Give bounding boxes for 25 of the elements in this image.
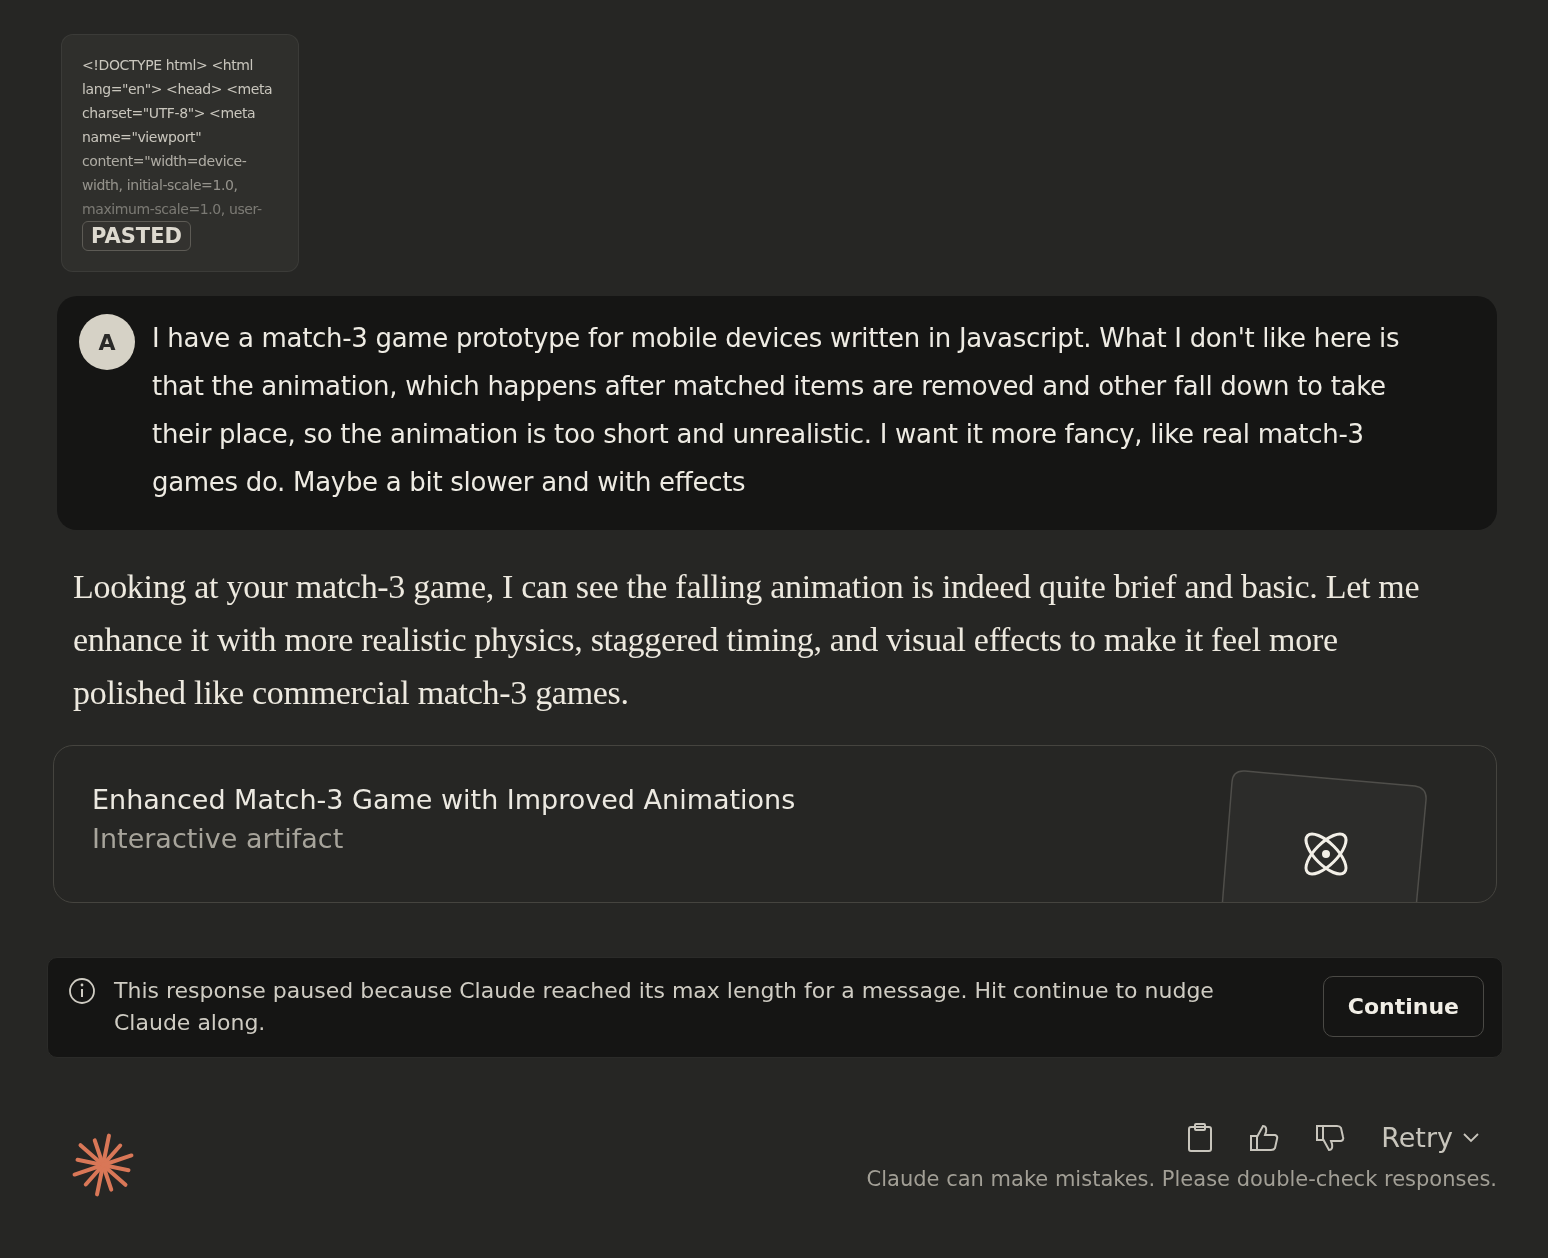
code-line: maximum-scale=1.0, user-	[82, 200, 263, 219]
artifact-card[interactable]: Enhanced Match-3 Game with Improved Animations Interactive artifact	[53, 745, 1497, 903]
code-line: lang="en"> <head> <meta	[82, 80, 274, 99]
code-line: content="width=device-	[82, 152, 248, 171]
user-avatar: A	[79, 314, 135, 370]
pasted-badge: PASTED	[82, 221, 191, 251]
artifact-title: Enhanced Match-3 Game with Improved Animations	[92, 784, 796, 815]
code-line: charset="UTF-8"> <meta	[82, 104, 257, 123]
pasted-content-card[interactable]: <!DOCTYPE html> <html lang="en"> <head> <meta charset="UTF-8"> <meta name="viewport" content="width=device- width, initial-scale=1.0, maximum-scale=1.0, user- PASTED	[61, 34, 299, 272]
info-icon	[68, 977, 96, 1005]
notice-text: This response paused because Claude reached its max length for a message. Hit continue to nudge Claude along.	[114, 977, 1215, 1037]
asterisk-logo-icon	[70, 1132, 136, 1198]
continue-button[interactable]: Continue	[1322, 976, 1484, 1037]
user-message-text: I have a match-3 game prototype for mobile devices written in Javascript. What I don't like here is that the animation, which happens after matched items are removed and other fall down to take their place, so the animation is too short and unrealistic. I want it more fancy, like real match-3 games do. Maybe a bit slower and with effects	[152, 322, 1401, 499]
code-line: width, initial-scale=1.0,	[82, 176, 239, 195]
code-line: name="viewport"	[82, 128, 203, 147]
chevron-down-icon	[1463, 1132, 1479, 1143]
code-line: <!DOCTYPE html> <html	[82, 56, 255, 75]
thumbs-up-icon[interactable]	[1249, 1123, 1280, 1152]
retry-button[interactable]: Retry	[1381, 1122, 1479, 1153]
artifact-subtitle: Interactive artifact	[92, 823, 345, 854]
copy-icon[interactable]	[1187, 1122, 1214, 1153]
disclaimer-text: Claude can make mistakes. Please double-check responses.	[866, 1167, 1497, 1191]
response-text: Looking at your match-3 game, I can see the falling animation is indeed quite brief and basic. Let me enhance it with more realistic physics, staggered timing, and visual effects to make it feel more polished like commercial match-3 games.	[73, 567, 1421, 713]
thumbs-down-icon[interactable]	[1315, 1123, 1346, 1152]
